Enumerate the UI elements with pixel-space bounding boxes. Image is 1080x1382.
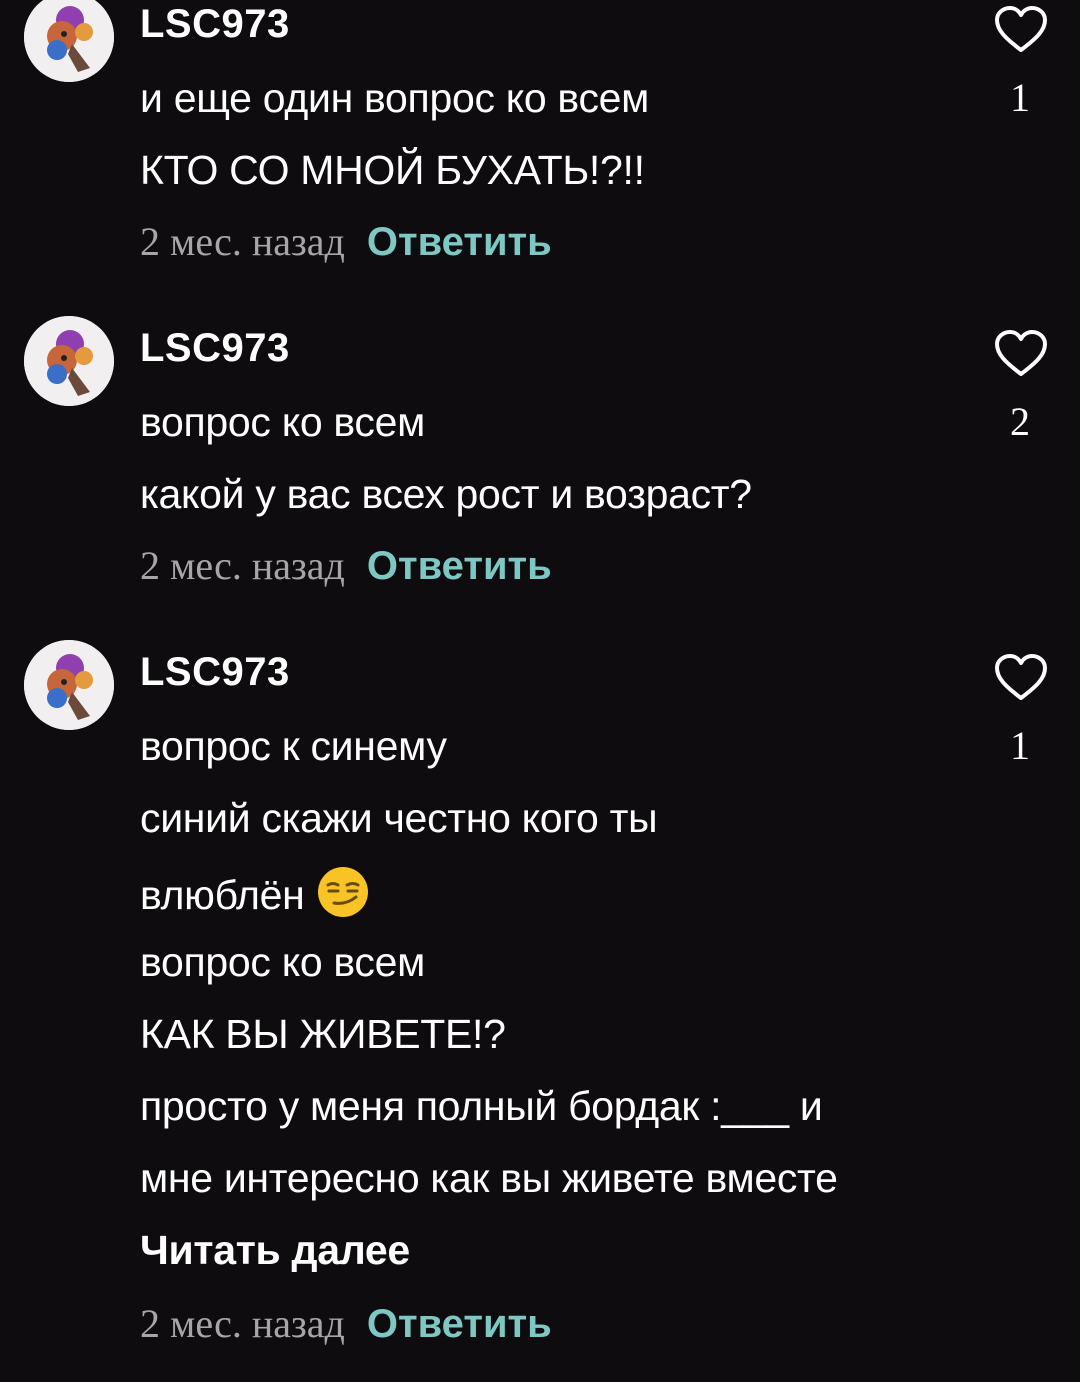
- comment-text-line: вопрос ко всем: [140, 939, 426, 985]
- comment-meta: 2 мес. назад Ответить: [140, 1299, 552, 1349]
- comment-meta: 2 мес. назад Ответить: [140, 541, 552, 591]
- heart-outline-icon: [995, 6, 1047, 52]
- avatar-image: [24, 0, 114, 82]
- like-button[interactable]: [993, 329, 1049, 379]
- comment-text-line: и еще один вопрос ко всем: [140, 75, 650, 121]
- user-avatar[interactable]: [24, 0, 114, 82]
- like-count: 1: [1010, 723, 1030, 768]
- read-more-link[interactable]: Читать далее: [140, 1225, 410, 1275]
- heart-outline-icon: [995, 330, 1047, 376]
- comment-text-line: КТО СО МНОЙ БУХАТЬ!?!!: [140, 147, 645, 193]
- reply-button[interactable]: Ответить: [367, 544, 552, 588]
- avatar-image: [24, 316, 114, 406]
- comment-timestamp: 2 мес. назад: [140, 1301, 345, 1346]
- like-count: 1: [1010, 75, 1030, 120]
- avatar-image: [24, 640, 114, 730]
- smirking-face-emoji: [317, 867, 368, 917]
- comment-meta: 2 мес. назад Ответить: [140, 217, 552, 267]
- like-button[interactable]: [993, 653, 1049, 703]
- comment-username[interactable]: LSC973: [140, 648, 290, 696]
- comment-text-line: синий скажи честно кого ты: [140, 795, 658, 841]
- comment-text-fragment: влюблён: [140, 872, 305, 918]
- comment-text-line: вопрос ко всем: [140, 399, 426, 445]
- comment-text-line: КАК ВЫ ЖИВЕТЕ!?: [140, 1011, 506, 1057]
- comment-timestamp: 2 мес. назад: [140, 543, 345, 588]
- comment-text-line: просто у меня полный бордак :___ и: [140, 1083, 823, 1129]
- reply-button[interactable]: Ответить: [367, 1302, 552, 1346]
- comment-username[interactable]: LSC973: [140, 324, 290, 372]
- comment-text-line: какой у вас всех рост и возраст?: [140, 471, 752, 517]
- comment-text-line: вопрос к синему: [140, 723, 447, 769]
- heart-outline-icon: [995, 654, 1047, 700]
- like-button[interactable]: [993, 5, 1049, 55]
- comment-text-line: влюблён: [140, 865, 370, 920]
- reply-button[interactable]: Ответить: [367, 220, 552, 264]
- comment-timestamp: 2 мес. назад: [140, 219, 345, 264]
- user-avatar[interactable]: [24, 640, 114, 730]
- user-avatar[interactable]: [24, 316, 114, 406]
- like-count: 2: [1010, 399, 1030, 444]
- comment-text-line: мне интересно как вы живете вместе: [140, 1155, 838, 1201]
- comment-username[interactable]: LSC973: [140, 0, 290, 48]
